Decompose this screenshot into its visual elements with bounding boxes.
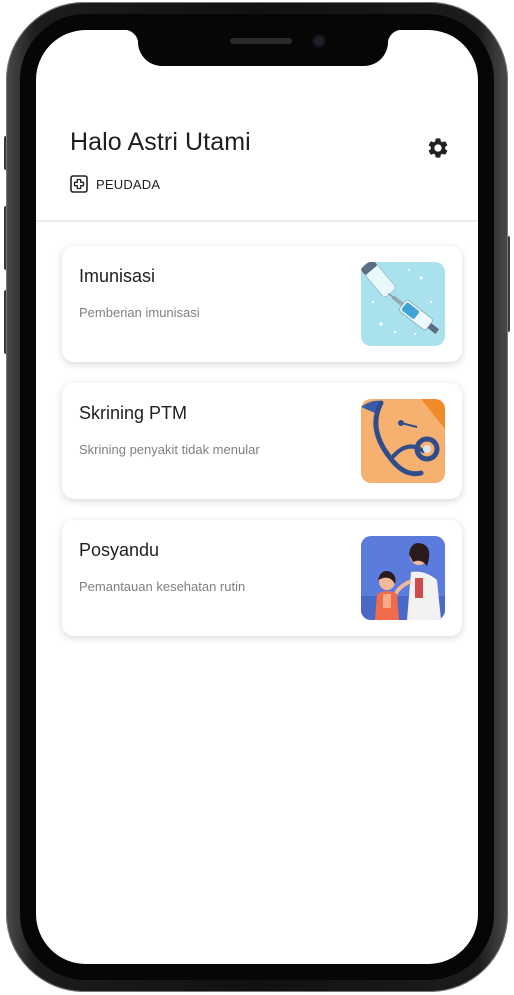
imunisasi-card[interactable]: Imunisasi Pemberian imunisasi (62, 246, 462, 362)
card-title: Imunisasi (79, 266, 156, 286)
home-header: Halo Astri Utami PEUDADA (36, 30, 478, 208)
card-title: Skrining PTM (79, 403, 188, 423)
card-description: Pemantauan kesehatan rutin (79, 579, 246, 594)
vaccine-illustration (361, 262, 445, 346)
card-description: Skrining penyakit tidak menular (79, 442, 260, 457)
card-description: Pemberian imunisasi (79, 305, 200, 320)
facility-name: PEUDADA (96, 176, 161, 192)
card-title: Posyandu (79, 540, 160, 560)
greeting-title: Halo Astri Utami (70, 128, 251, 156)
hospital-plus-icon (70, 175, 88, 193)
posyandu-illustration (361, 536, 445, 620)
gear-icon[interactable] (426, 136, 450, 160)
stethoscope-illustration (361, 399, 445, 483)
header-divider (36, 220, 478, 222)
app-screen: Halo Astri Utami PEUDADA Imunisasi Pembe… (36, 30, 478, 964)
facility-info: PEUDADA (70, 175, 160, 193)
posyandu-card[interactable]: Posyandu Pemantauan kesehatan rutin (62, 520, 462, 636)
phone-frame: Halo Astri Utami PEUDADA Imunisasi Pembe… (6, 2, 508, 992)
phone-bezel: Halo Astri Utami PEUDADA Imunisasi Pembe… (20, 14, 494, 980)
skrining-ptm-card[interactable]: Skrining PTM Skrining penyakit tidak men… (62, 383, 462, 499)
